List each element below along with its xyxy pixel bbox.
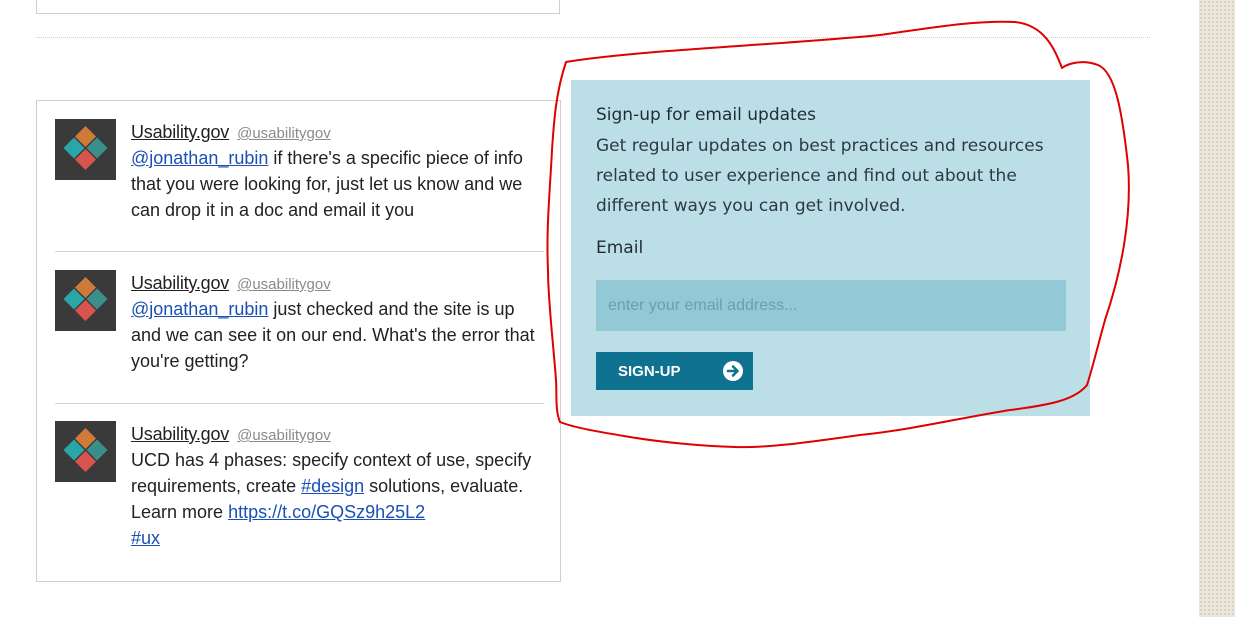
email-input[interactable] <box>596 280 1066 331</box>
tweet-author-handle[interactable]: @usabilitygov <box>237 125 331 142</box>
mention-link[interactable]: @jonathan_rubin <box>131 148 268 168</box>
tweet-divider <box>55 403 544 404</box>
tweet-header: Usability.gov @usabilitygov <box>131 119 546 145</box>
tweet-text: @jonathan_rubin just checked and the sit… <box>131 296 546 374</box>
tweet-author-name[interactable]: Usability.gov <box>131 122 229 142</box>
signup-button-label: SIGN-UP <box>618 362 681 380</box>
email-signup-panel: Sign-up for email updates Get regular up… <box>571 80 1090 416</box>
tweet-body: Usability.gov @usabilitygov @jonathan_rub… <box>131 119 546 223</box>
tweet-body: Usability.gov @usabilitygov @jonathan_rub… <box>131 270 546 374</box>
tweet-text: UCD has 4 phases: specify context of use… <box>131 447 546 551</box>
previous-section-box <box>36 0 560 14</box>
signup-title: Sign-up for email updates <box>596 105 817 125</box>
signup-description: Get regular updates on best practices an… <box>596 136 1044 216</box>
arrow-right-circle-icon <box>723 361 743 381</box>
twitter-feed: Usability.gov @usabilitygov @jonathan_rub… <box>36 100 561 582</box>
hashtag-link-design[interactable]: #design <box>301 476 364 496</box>
section-divider <box>36 37 1150 38</box>
tweet-header: Usability.gov @usabilitygov <box>131 270 546 296</box>
tweet-text: @jonathan_rubin if there's a specific pi… <box>131 145 546 223</box>
tweet-header: Usability.gov @usabilitygov <box>131 421 546 447</box>
tweet-author-handle[interactable]: @usabilitygov <box>237 276 331 293</box>
mention-link[interactable]: @jonathan_rubin <box>131 299 268 319</box>
usability-logo-avatar[interactable] <box>55 119 116 180</box>
tweet-body: Usability.gov @usabilitygov UCD has 4 pha… <box>131 421 546 551</box>
tweet-url-link[interactable]: https://t.co/GQSz9h25L2 <box>228 502 425 522</box>
page-background-rail <box>1199 0 1235 617</box>
signup-button[interactable]: SIGN-UP <box>596 352 753 390</box>
usability-logo-avatar[interactable] <box>55 270 116 331</box>
tweet-author-name[interactable]: Usability.gov <box>131 424 229 444</box>
tweet-author-handle[interactable]: @usabilitygov <box>237 427 331 444</box>
email-label: Email <box>596 238 644 258</box>
usability-logo-avatar[interactable] <box>55 421 116 482</box>
tweet-author-name[interactable]: Usability.gov <box>131 273 229 293</box>
hashtag-link-ux[interactable]: #ux <box>131 528 160 548</box>
tweet-divider <box>55 251 544 252</box>
